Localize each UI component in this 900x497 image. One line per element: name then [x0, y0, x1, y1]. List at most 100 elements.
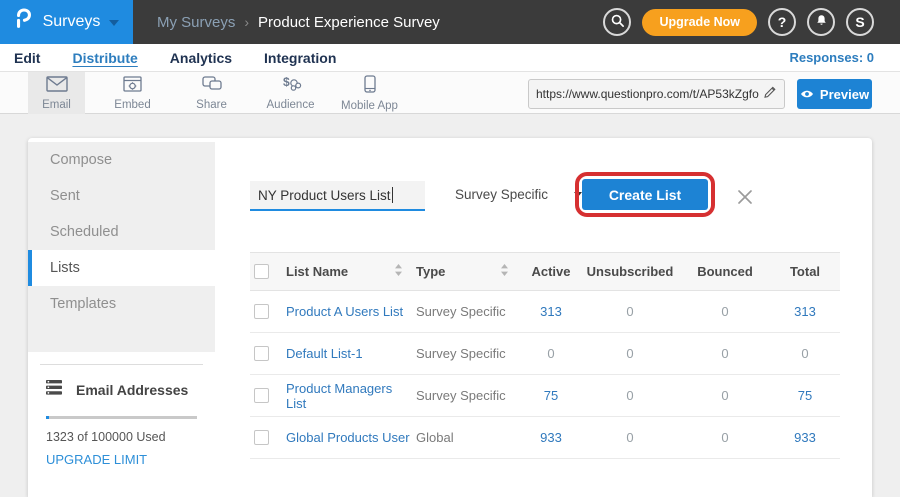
- table-row: Product Managers List Survey Specific 75…: [250, 375, 840, 417]
- app-header: Surveys My Surveys › Product Experience …: [0, 0, 900, 44]
- sidebar-item-compose[interactable]: Compose: [28, 142, 215, 178]
- select-all-checkbox[interactable]: [254, 264, 269, 279]
- tab-integration[interactable]: Integration: [264, 50, 336, 66]
- sidebar-item-scheduled[interactable]: Scheduled: [28, 214, 215, 250]
- column-header-list-name: List Name: [286, 264, 348, 279]
- responses-count[interactable]: Responses: 0: [789, 50, 874, 65]
- survey-nav: Edit Distribute Analytics Integration Re…: [0, 44, 900, 72]
- breadcrumb-my-surveys[interactable]: My Surveys: [157, 14, 235, 31]
- table-row: Global Products User Global 933 0 0 933: [250, 417, 840, 459]
- sort-icon[interactable]: [395, 264, 402, 279]
- distribute-toolbar: Email Embed Share $ Audience Mobile App: [0, 72, 900, 114]
- total-count[interactable]: 75: [770, 375, 840, 417]
- list-type-cell: Survey Specific: [416, 375, 522, 417]
- list-name-link[interactable]: Default List-1: [286, 333, 416, 375]
- active-count[interactable]: 313: [522, 291, 580, 333]
- breadcrumb: My Surveys › Product Experience Survey: [157, 14, 440, 31]
- list-name-link[interactable]: Product A Users List: [286, 291, 416, 333]
- email-usage-progressbar: [46, 416, 197, 419]
- search-button[interactable]: [603, 8, 631, 36]
- upgrade-now-button[interactable]: Upgrade Now: [642, 9, 757, 36]
- list-name-link[interactable]: Product Managers List: [286, 375, 416, 417]
- table-row: Product A Users List Survey Specific 313…: [250, 291, 840, 333]
- preview-button[interactable]: Preview: [797, 79, 872, 109]
- channel-audience[interactable]: $ Audience: [251, 72, 330, 114]
- bounced-count: 0: [680, 333, 770, 375]
- bounced-count: 0: [680, 375, 770, 417]
- tab-distribute[interactable]: Distribute: [72, 50, 137, 66]
- channel-mobile-app[interactable]: Mobile App: [330, 72, 409, 114]
- help-button[interactable]: ?: [768, 8, 796, 36]
- channel-email[interactable]: Email: [28, 72, 85, 114]
- active-count[interactable]: 933: [522, 417, 580, 459]
- lists-content: NY Product Users List Survey Specific Cr…: [215, 138, 872, 497]
- unsubscribed-count: 0: [580, 333, 680, 375]
- embed-icon: [123, 76, 142, 97]
- active-count[interactable]: 75: [522, 375, 580, 417]
- list-name-input[interactable]: NY Product Users List: [250, 181, 425, 211]
- list-name-link[interactable]: Global Products User: [286, 417, 416, 459]
- survey-url-value: https://www.questionpro.com/t/AP53kZgfo: [536, 87, 763, 101]
- survey-url-field[interactable]: https://www.questionpro.com/t/AP53kZgfo: [528, 79, 785, 109]
- sidebar-item-templates[interactable]: Templates: [28, 286, 215, 322]
- svg-text:$: $: [283, 75, 290, 89]
- channel-share[interactable]: Share: [172, 72, 251, 114]
- avatar[interactable]: S: [846, 8, 874, 36]
- email-sidebar: Compose Sent Scheduled Lists Templates E…: [28, 142, 215, 467]
- brand-label: Surveys: [43, 13, 101, 31]
- column-header-total: Total: [770, 253, 840, 291]
- list-type-cell: Survey Specific: [416, 333, 522, 375]
- chevron-down-icon: [109, 20, 119, 26]
- search-icon: [610, 13, 625, 31]
- channel-audience-label: Audience: [267, 99, 315, 111]
- list-type-select[interactable]: Survey Specific: [455, 187, 582, 202]
- tab-analytics[interactable]: Analytics: [170, 50, 232, 66]
- total-count[interactable]: 933: [770, 417, 840, 459]
- row-checkbox[interactable]: [254, 430, 269, 445]
- active-count: 0: [522, 333, 580, 375]
- brand-menu[interactable]: Surveys: [0, 0, 133, 44]
- unsubscribed-count: 0: [580, 375, 680, 417]
- email-addresses-section: Email Addresses 1323 of 100000 Used UPGR…: [28, 364, 215, 467]
- column-header-type: Type: [416, 264, 445, 279]
- sidebar-filler: [28, 322, 215, 352]
- preview-label: Preview: [820, 87, 869, 102]
- email-usage-text: 1323 of 100000 Used: [46, 430, 197, 444]
- column-header-bounced: Bounced: [680, 253, 770, 291]
- list-type-cell: Survey Specific: [416, 291, 522, 333]
- table-row: Default List-1 Survey Specific 0 0 0 0: [250, 333, 840, 375]
- close-create-row-button[interactable]: [736, 188, 754, 211]
- sidebar-item-lists[interactable]: Lists: [28, 250, 215, 286]
- tab-edit[interactable]: Edit: [14, 50, 40, 66]
- text-cursor: [392, 187, 393, 203]
- lists-panel: Compose Sent Scheduled Lists Templates E…: [28, 138, 872, 497]
- red-highlight-annotation: Create List: [575, 172, 715, 217]
- audience-icon: $: [280, 75, 302, 97]
- row-checkbox[interactable]: [254, 304, 269, 319]
- column-header-active: Active: [522, 253, 580, 291]
- email-addresses-title: Email Addresses: [76, 382, 188, 398]
- table-header-row: List Name Type Active Unsubscribed Bounc…: [250, 253, 840, 291]
- list-type-cell: Global: [416, 417, 522, 459]
- row-checkbox[interactable]: [254, 388, 269, 403]
- bounced-count: 0: [680, 417, 770, 459]
- email-lists-table: List Name Type Active Unsubscribed Bounc…: [250, 252, 840, 459]
- create-list-button[interactable]: Create List: [582, 179, 708, 210]
- eye-icon: [800, 87, 814, 102]
- channel-embed[interactable]: Embed: [93, 72, 172, 114]
- sort-icon[interactable]: [501, 264, 508, 279]
- unsubscribed-count: 0: [580, 417, 680, 459]
- notifications-button[interactable]: [807, 8, 835, 36]
- list-name-input-value: NY Product Users List: [258, 188, 391, 203]
- mobile-app-icon: [364, 75, 376, 98]
- unsubscribed-count: 0: [580, 291, 680, 333]
- list-type-selected-value: Survey Specific: [455, 187, 548, 202]
- row-checkbox[interactable]: [254, 346, 269, 361]
- sidebar-item-sent[interactable]: Sent: [28, 178, 215, 214]
- list-bars-icon: [46, 380, 63, 400]
- total-count[interactable]: 313: [770, 291, 840, 333]
- bounced-count: 0: [680, 291, 770, 333]
- upgrade-limit-link[interactable]: UPGRADE LIMIT: [46, 452, 197, 467]
- edit-url-pencil-icon[interactable]: [763, 85, 777, 104]
- channel-mobile-app-label: Mobile App: [341, 100, 398, 112]
